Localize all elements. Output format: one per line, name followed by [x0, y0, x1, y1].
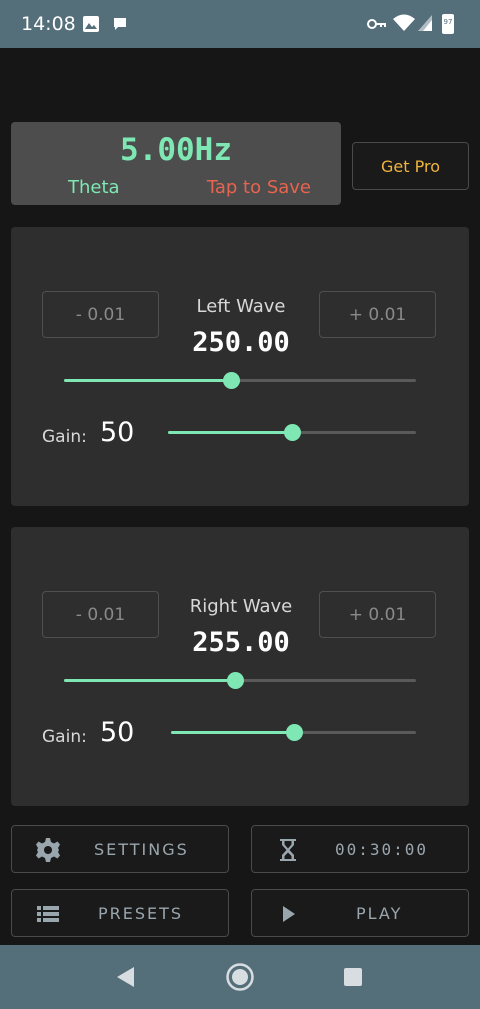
left-gain-label: Gain: — [42, 427, 87, 447]
left-decrement-label: - 0.01 — [75, 305, 126, 325]
left-gain-slider-fill — [168, 431, 292, 434]
left-wave-panel: - 0.01 Left Wave 250.00 + 0.01 Gain: 50 — [11, 227, 469, 506]
brainwave-band-label: Theta — [68, 177, 120, 198]
play-button[interactable]: PLAY — [251, 889, 469, 937]
right-wave-panel: - 0.01 Right Wave 255.00 + 0.01 Gain: 50 — [11, 527, 469, 806]
presets-button[interactable]: PRESETS — [11, 889, 229, 937]
get-pro-button[interactable]: Get Pro — [352, 142, 469, 190]
vpn-key-icon — [367, 19, 386, 29]
right-gain-slider-thumb[interactable] — [285, 724, 303, 741]
cellular-signal-icon — [418, 15, 432, 31]
home-icon[interactable] — [225, 962, 255, 992]
beat-frequency-value: 5.00Hz — [120, 132, 232, 168]
left-gain-slider[interactable] — [168, 424, 416, 441]
right-wave-frequency: 255.00 — [192, 627, 290, 658]
recents-icon[interactable] — [343, 967, 363, 987]
right-wave-title: Right Wave — [189, 596, 293, 617]
list-icon — [37, 906, 59, 922]
right-frequency-slider-thumb[interactable] — [227, 672, 245, 689]
left-wave-frequency: 250.00 — [192, 327, 290, 358]
left-increment-button[interactable]: + 0.01 — [319, 291, 436, 338]
left-frequency-slider-fill — [64, 379, 231, 382]
left-wave-title: Left Wave — [196, 296, 286, 317]
hourglass-icon — [280, 839, 296, 861]
right-gain-slider-fill — [171, 731, 294, 734]
right-increment-button[interactable]: + 0.01 — [319, 591, 436, 638]
battery-level: 97 — [443, 18, 453, 26]
battery-icon: 97 — [442, 14, 454, 34]
timer-button[interactable]: 00:30:00 — [251, 825, 469, 873]
left-gain-slider-thumb[interactable] — [284, 424, 301, 441]
right-increment-label: + 0.01 — [348, 605, 407, 625]
get-pro-label: Get Pro — [381, 157, 440, 176]
play-icon — [283, 906, 295, 922]
right-gain-slider[interactable] — [171, 724, 416, 741]
timer-label: 00:30:00 — [335, 840, 429, 859]
gear-icon — [36, 838, 60, 862]
back-icon[interactable] — [114, 965, 136, 989]
settings-label: SETTINGS — [94, 840, 189, 859]
status-bar: 14:08 97 — [0, 0, 480, 48]
wifi-icon — [393, 14, 415, 31]
settings-button[interactable]: SETTINGS — [11, 825, 229, 873]
right-frequency-slider[interactable] — [64, 672, 416, 689]
tap-to-save-label[interactable]: Tap to Save — [207, 177, 311, 198]
presets-label: PRESETS — [98, 904, 184, 923]
beat-frequency-card[interactable]: 5.00Hz Theta Tap to Save — [11, 122, 341, 205]
play-label: PLAY — [356, 904, 403, 923]
navigation-bar — [0, 945, 480, 1009]
right-decrement-label: - 0.01 — [75, 605, 126, 625]
chat-bubble-icon — [114, 18, 126, 30]
status-time: 14:08 — [21, 13, 76, 35]
left-gain-value: 50 — [100, 417, 135, 448]
image-icon — [83, 16, 99, 32]
left-frequency-slider[interactable] — [64, 372, 416, 389]
right-gain-value: 50 — [100, 717, 135, 748]
right-gain-label: Gain: — [42, 727, 87, 747]
left-increment-label: + 0.01 — [348, 305, 407, 325]
left-frequency-slider-thumb[interactable] — [222, 372, 240, 389]
right-frequency-slider-fill — [64, 679, 236, 682]
